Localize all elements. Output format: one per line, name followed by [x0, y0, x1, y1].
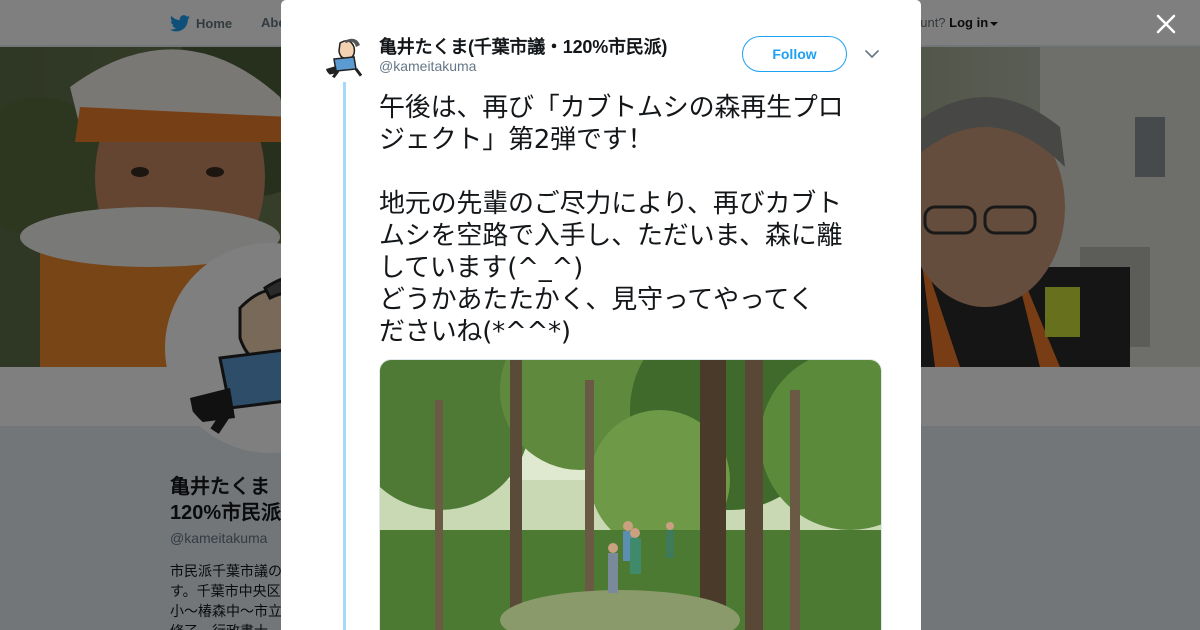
tweet-text-line: しています(^_^)	[379, 253, 584, 283]
tweet-text-line: 地元の先輩のご尽力により、再びカブト	[379, 189, 842, 219]
tweet-author-name[interactable]: 亀井たくま(千葉市議・120%市民派)	[379, 33, 667, 59]
chevron-down-icon[interactable]	[865, 47, 879, 61]
tweet-text-line: ムシを空路で入手し、ただいま、森に離	[379, 221, 843, 251]
tweet-photo[interactable]	[379, 359, 882, 630]
tweet-text-line: ジェクト」第2弾です！	[379, 125, 654, 155]
follow-button[interactable]: Follow	[742, 36, 847, 72]
tweet-author-avatar[interactable]	[322, 33, 370, 81]
close-icon[interactable]	[1153, 11, 1179, 37]
tweet-text: 午後は、再び「カブトムシの森再生プロ ジェクト」第2弾です！ 地元の先輩のご尽力…	[379, 92, 889, 348]
thread-connector-line	[343, 82, 346, 630]
tweet-text-line	[379, 156, 889, 188]
tweet-modal: 亀井たくま(千葉市議・120%市民派) @kameitakuma Follow …	[281, 0, 921, 630]
tweet-text-line: どうかあたたかく、見守ってやってく	[379, 285, 815, 315]
tweet-author-handle[interactable]: @kameitakuma	[379, 58, 476, 74]
tweet-text-line: 午後は、再び「カブトムシの森再生プロ	[379, 93, 844, 123]
tweet-text-line: ださいね(*^^*)	[379, 317, 571, 347]
